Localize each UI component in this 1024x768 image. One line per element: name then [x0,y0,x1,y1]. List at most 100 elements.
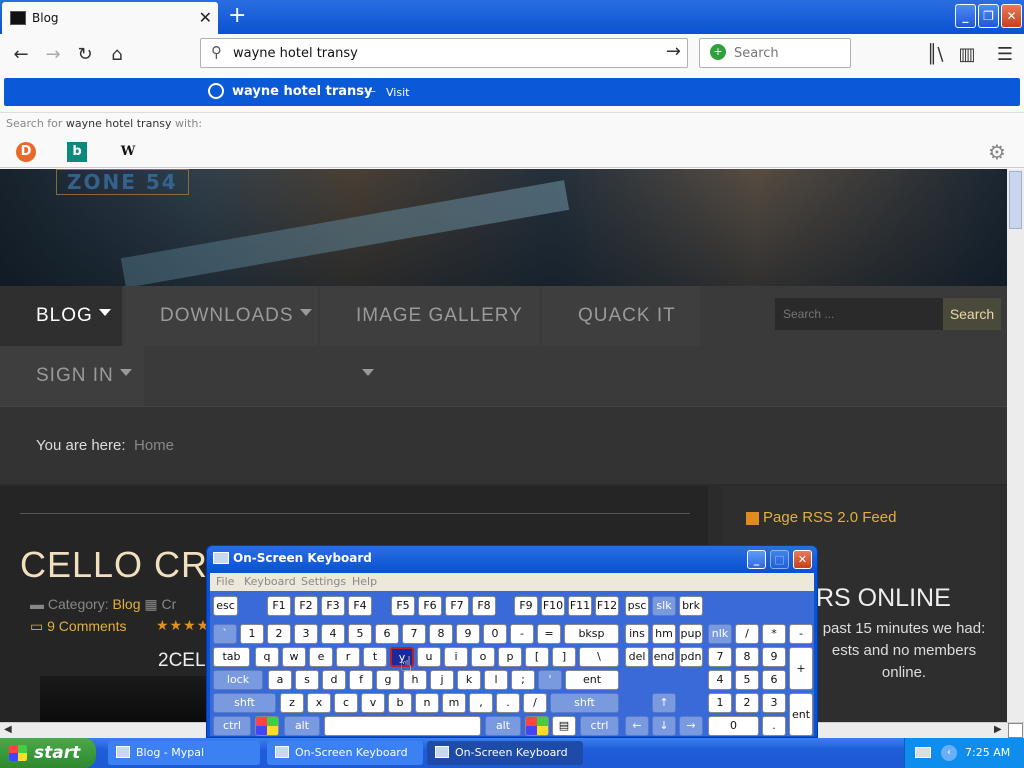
url-suggestion[interactable]: wayne hotel transy — Visit [4,78,1020,106]
wikipedia-icon[interactable]: W [118,142,138,162]
key-alt-left[interactable]: alt [284,716,320,736]
new-tab-icon[interactable]: + [228,3,246,29]
key-psc[interactable]: psc [625,596,649,616]
key-backspace[interactable]: bksp [564,624,619,644]
key-alt-right[interactable]: alt [485,716,521,736]
bing-icon[interactable]: b [67,142,87,162]
key-9[interactable]: 9 [456,624,480,644]
comments-link[interactable]: ▭ 9 Comments [30,618,126,635]
key-q[interactable]: q [255,647,279,667]
key-arrow-down[interactable]: ↓ [652,716,676,736]
key-home[interactable]: hm [652,624,676,644]
key-numpad-dot[interactable]: . [762,716,786,736]
site-search-button[interactable]: Search [943,298,1001,330]
scroll-left-icon[interactable]: ◀ [4,724,12,735]
key-b[interactable]: b [388,693,412,713]
back-icon[interactable]: ← [8,42,34,68]
minimize-window-button[interactable]: _ [955,4,976,28]
osk-menu-keyboard[interactable]: Keyboard [244,575,296,588]
key-tab[interactable]: tab [213,647,250,667]
key-quote[interactable]: ' [538,670,562,690]
windows-key-right-icon[interactable] [525,716,549,736]
key-numpad-3[interactable]: 3 [762,693,786,713]
osk-title-bar[interactable]: On-Screen Keyboard _ □ ✕ [207,546,817,572]
key-backslash[interactable]: \ [579,647,619,667]
key-2[interactable]: 2 [267,624,291,644]
key-brk[interactable]: brk [679,596,703,616]
search-input[interactable] [732,44,842,62]
key-shift-right[interactable]: shft [550,693,619,713]
menu-icon[interactable]: ☰ [992,42,1018,68]
key-slk[interactable]: slk [652,596,676,616]
key-f4[interactable]: F4 [348,596,372,616]
osk-menu-settings[interactable]: Settings [301,575,346,588]
key-comma[interactable]: , [469,693,493,713]
key-numpad-minus[interactable]: - [789,624,813,644]
go-arrow-icon[interactable]: → [666,41,681,62]
key-numpad-5[interactable]: 5 [735,670,759,690]
osk-menu-file[interactable]: File [216,575,234,588]
key-u[interactable]: u [417,647,441,667]
key-5[interactable]: 5 [348,624,372,644]
key-0[interactable]: 0 [483,624,507,644]
menu-item-image-gallery[interactable]: IMAGE GALLERY [320,286,540,377]
key-del[interactable]: del [625,647,649,667]
key-ctrl-left[interactable]: ctrl [213,716,251,736]
reload-icon[interactable]: ↻ [72,42,98,68]
key-c[interactable]: c [334,693,358,713]
key-enter[interactable]: ent [565,670,619,690]
taskbar-item-browser[interactable]: Blog - Mypal [108,741,260,765]
key-1[interactable]: 1 [240,624,264,644]
taskbar-item-osk-active[interactable]: On-Screen Keyboard [427,741,583,765]
rss-feed-link[interactable]: Page RSS 2.0 Feed [746,509,896,526]
key-slash[interactable]: / [523,693,547,713]
site-logo[interactable]: ZONE 54 [56,169,189,195]
key-e[interactable]: e [309,647,333,667]
menu-item-quack-it[interactable]: QUACK IT [542,286,700,346]
expand-tray-icon[interactable]: ‹ [941,745,957,761]
menu-item-sign-in[interactable]: SIGN IN [0,346,144,406]
menu-item-downloads[interactable]: DOWNLOADS [124,286,318,346]
forward-icon[interactable]: → [40,42,66,68]
key-f9[interactable]: F9 [514,596,538,616]
key-6[interactable]: 6 [375,624,399,644]
key-pagedown[interactable]: pdn [679,647,703,667]
key-numpad-slash[interactable]: / [735,624,759,644]
start-button[interactable]: start [0,738,96,768]
key-z[interactable]: z [280,693,304,713]
key-end[interactable]: end [652,647,676,667]
key-f[interactable]: f [349,670,373,690]
key-f2[interactable]: F2 [294,596,318,616]
close-window-button[interactable]: ✕ [1001,4,1022,28]
key-ctrl-right[interactable]: ctrl [580,716,619,736]
key-p[interactable]: p [498,647,522,667]
key-right-bracket[interactable]: ] [552,647,576,667]
library-icon[interactable]: ║\ [922,42,948,68]
key-numpad-star[interactable]: * [762,624,786,644]
sidebar-icon[interactable]: ▥ [954,42,980,68]
key-minus[interactable]: - [510,624,534,644]
key-j[interactable]: j [430,670,454,690]
menu-item-blog[interactable]: BLOG [0,286,122,346]
key-g[interactable]: g [376,670,400,690]
key-i[interactable]: i [444,647,468,667]
key-numpad-9[interactable]: 9 [762,647,786,667]
key-numpad-6[interactable]: 6 [762,670,786,690]
key-arrow-up[interactable]: ↑ [652,693,676,713]
category-link[interactable]: Blog [112,596,140,612]
key-w[interactable]: w [282,647,306,667]
key-arrow-left[interactable]: ← [625,716,649,736]
vertical-scrollbar[interactable] [1007,169,1024,722]
key-k[interactable]: k [457,670,481,690]
breadcrumb-home[interactable]: Home [134,437,174,454]
key-arrow-right[interactable]: → [679,716,703,736]
key-f11[interactable]: F11 [568,596,592,616]
key-f8[interactable]: F8 [472,596,496,616]
key-left-bracket[interactable]: [ [525,647,549,667]
key-grave[interactable]: ` [213,624,237,644]
key-s[interactable]: s [295,670,319,690]
key-space[interactable] [324,716,481,736]
close-tab-icon[interactable]: ✕ [199,8,212,27]
key-ins[interactable]: ins [625,624,649,644]
key-n[interactable]: n [415,693,439,713]
